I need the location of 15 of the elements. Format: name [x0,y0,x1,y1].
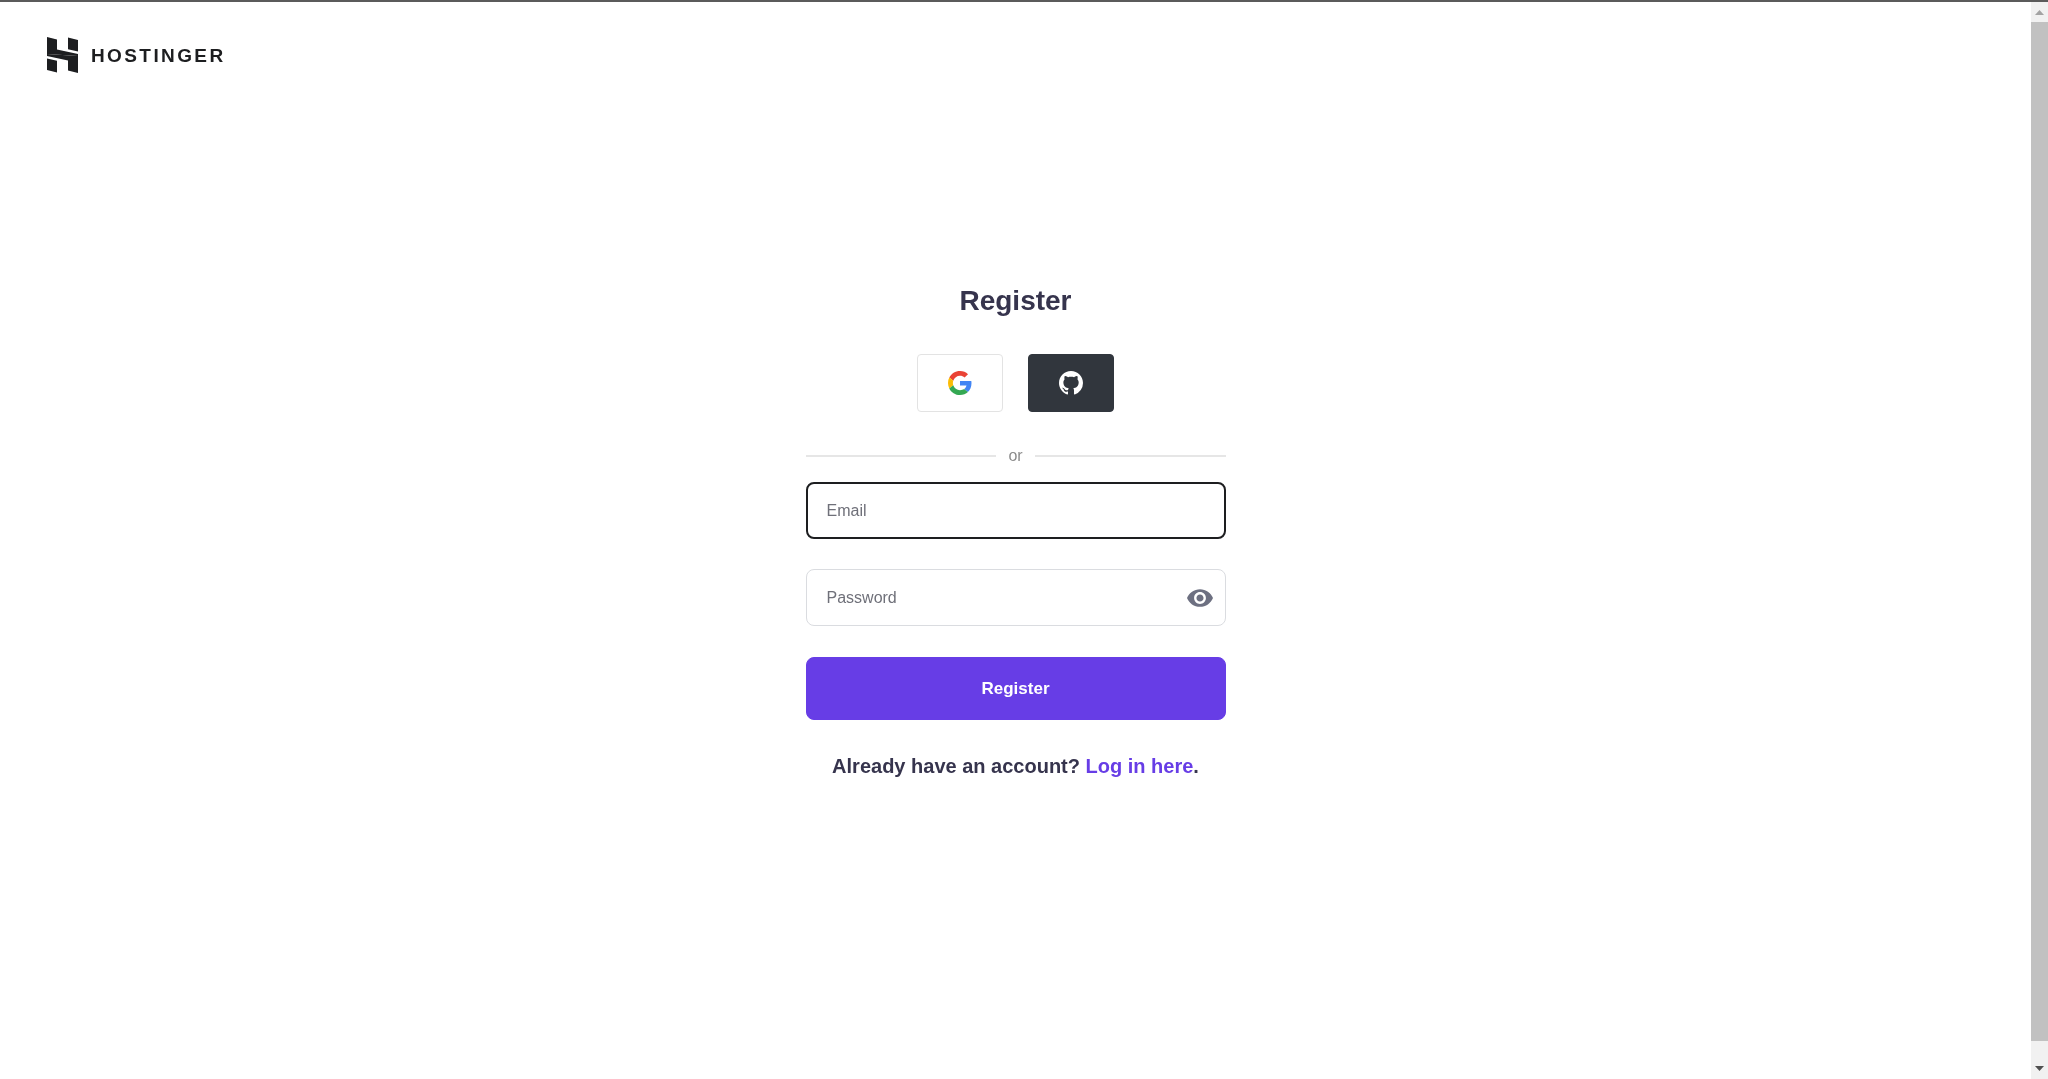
logo-icon [47,37,78,73]
login-link[interactable]: Log in here [1085,755,1194,777]
eye-icon[interactable] [1186,588,1213,607]
register-button[interactable]: Register [805,657,1226,720]
down-triangle-icon[interactable] [2035,1066,2044,1071]
login-prompt: Already have an account? Log in here. [831,754,1200,778]
divider-label: or [1008,446,1023,466]
social-login-button[interactable] [1028,354,1114,412]
cat-icon [1059,371,1083,395]
password-field[interactable]: Password [805,569,1226,626]
brand-name: HOSTINGER [91,45,226,65]
up-triangle-icon[interactable] [2035,9,2044,15]
g-icon [948,371,972,395]
page-title: Register [958,284,1073,318]
email-field[interactable]: Email [805,482,1226,539]
